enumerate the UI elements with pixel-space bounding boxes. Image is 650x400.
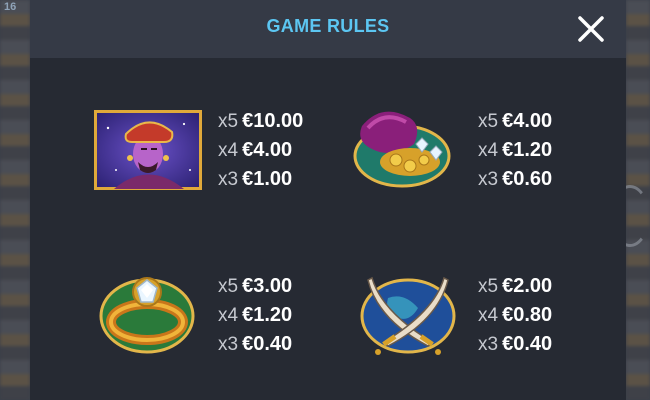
close-x-icon[interactable] (576, 14, 606, 44)
diamond-ring-symbol-icon (99, 277, 195, 354)
genie-pays: x5 €10.00 x4 €4.00 x3 €1.00 (218, 107, 303, 194)
background-badge: 16 (4, 1, 17, 13)
pay-row: x3 €0.40 (478, 333, 553, 355)
pay-row: x5 €3.00 (218, 275, 293, 297)
pay-row: x5 €10.00 (218, 110, 304, 132)
pay-row: x3 €0.40 (218, 333, 293, 355)
pay-row: x5 €4.00 (478, 110, 553, 132)
treasure-sack-symbol-icon (353, 111, 451, 188)
background-game-left (0, 0, 30, 400)
game-rules-modal: GAME RULES x5 €10.00 x4 €4.00 x3 €1.00 x… (30, 0, 626, 400)
pay-row: x3 €1.00 (218, 168, 293, 190)
diamond-ring-pays: x5 €3.00 x4 €1.20 x3 €0.40 (218, 272, 292, 359)
crossed-swords-pays: x5 €2.00 x4 €0.80 x3 €0.40 (478, 272, 552, 359)
treasure-sack-pays: x5 €4.00 x4 €1.20 x3 €0.60 (478, 107, 552, 194)
pay-row: x3 €0.60 (478, 168, 553, 190)
pay-row: x4 €1.20 (218, 304, 293, 326)
pay-row: x4 €4.00 (218, 139, 293, 161)
pay-row: x4 €1.20 (478, 139, 553, 161)
pay-row: x4 €0.80 (478, 304, 553, 326)
modal-title: GAME RULES (266, 16, 390, 36)
genie-symbol-icon (94, 110, 202, 190)
close-button[interactable] (576, 14, 606, 44)
pay-row: x5 €2.00 (478, 275, 553, 297)
modal-header: GAME RULES (30, 0, 626, 58)
crossed-swords-symbol-icon (360, 276, 456, 355)
